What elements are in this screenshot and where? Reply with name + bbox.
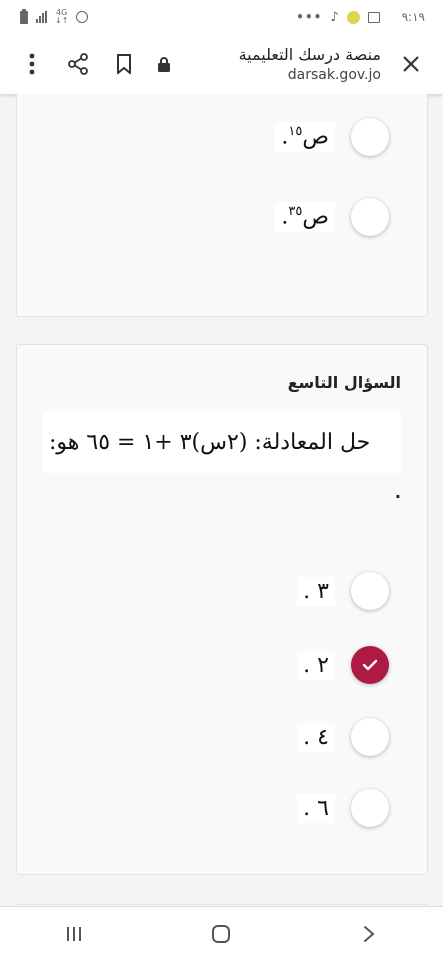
option-label: ٦ . (297, 793, 335, 823)
address-block[interactable]: منصة درسك التعليمية darsak.gov.jo (176, 45, 391, 83)
option-item[interactable]: ٤ . (297, 717, 389, 757)
option-label: ٣ . (297, 576, 335, 606)
option-label: ٤ . (297, 722, 335, 752)
option-radio[interactable] (351, 198, 389, 236)
more-notifications-icon: ••• (296, 10, 323, 24)
option-item[interactable]: ٣ . (297, 571, 389, 611)
question-card-9: السؤال التاسع حل المعادلة: (٢س)٣ +١ = ٦٥… (16, 344, 428, 875)
question-trailing-dot: . (394, 483, 401, 502)
option-label: ٢ . (297, 650, 335, 680)
close-icon[interactable] (391, 44, 431, 84)
status-bar: 4G ↓↑ ••• ♪ ٩:١٩ (0, 0, 443, 34)
alarm-icon (76, 11, 89, 23)
status-left: 4G ↓↑ (20, 8, 89, 25)
whatsapp-icon (346, 10, 360, 24)
option-item-selected[interactable]: ٢ . (297, 645, 389, 685)
option-radio[interactable] (351, 572, 389, 610)
tiktok-icon: ♪ (330, 9, 339, 25)
share-icon[interactable] (58, 44, 98, 84)
option-radio[interactable] (351, 789, 389, 827)
android-nav-bar (0, 906, 443, 960)
option-item[interactable]: ٦ . (297, 788, 389, 828)
home-icon[interactable] (191, 914, 251, 954)
status-right: ••• ♪ ٩:١٩ (296, 10, 425, 25)
question-title: السؤال التاسع (287, 373, 401, 392)
checkmark-icon (362, 659, 378, 671)
option-radio[interactable] (351, 118, 389, 156)
question-card-8: ص١٥. ص٣٥. (16, 94, 428, 317)
bookmark-icon[interactable] (104, 44, 144, 84)
signal-icon (36, 11, 47, 23)
page-title: منصة درسك التعليمية (238, 45, 381, 64)
option-radio-checked[interactable] (351, 646, 389, 684)
url-text: darsak.gov.jo (287, 67, 381, 83)
option-label: ص٣٥. (275, 202, 335, 232)
question-equation: حل المعادلة: (٢س)٣ +١ = ٦٥ هو: (43, 411, 401, 473)
recent-apps-icon[interactable] (44, 914, 104, 954)
back-icon[interactable] (339, 914, 399, 954)
browser-toolbar: منصة درسك التعليمية darsak.gov.jo (0, 34, 443, 94)
lock-icon (152, 56, 176, 72)
page-content: ص١٥. ص٣٥. السؤال التاسع حل المعادلة: (٢س… (0, 94, 443, 906)
menu-kebab-icon[interactable] (12, 44, 52, 84)
option-label: ص١٥. (275, 122, 335, 152)
battery-icon (20, 8, 28, 24)
option-item[interactable]: ص٣٥. (275, 197, 389, 237)
option-radio[interactable] (351, 718, 389, 756)
status-time: ٩:١٩ (401, 10, 425, 24)
gallery-icon (367, 11, 380, 23)
network-type: 4G ↓↑ (55, 8, 69, 25)
option-item[interactable]: ص١٥. (275, 117, 389, 157)
